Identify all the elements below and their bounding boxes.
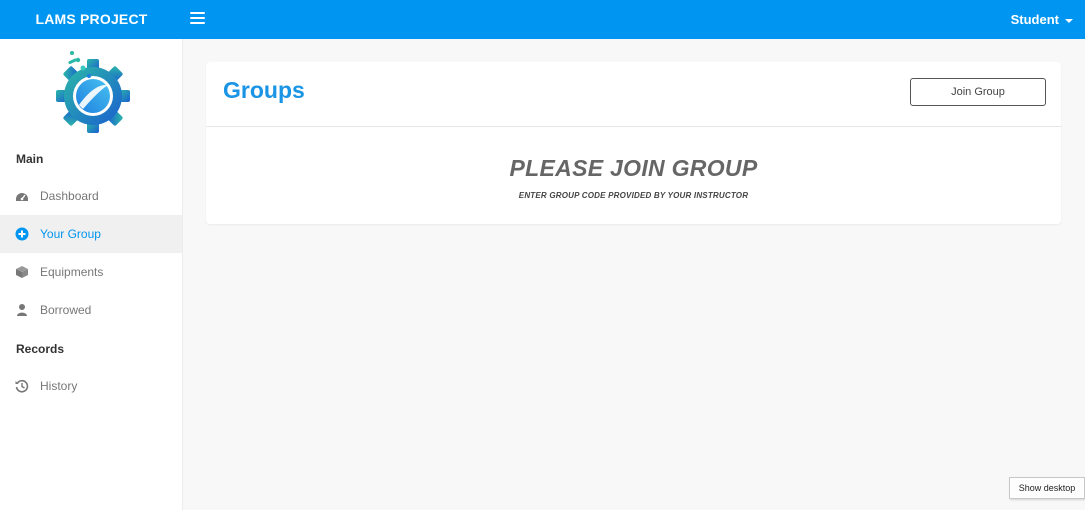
- join-group-headline: PLEASE JOIN GROUP: [509, 155, 758, 181]
- top-navbar: LAMS PROJECT Student: [0, 0, 1085, 39]
- gear-logo-icon: [56, 51, 130, 133]
- user-dropdown-label: Student: [1010, 12, 1059, 27]
- section-label-records: Records: [16, 342, 65, 356]
- brand-title[interactable]: LAMS PROJECT: [0, 0, 183, 39]
- groups-card: Groups Join Group PLEASE JOIN GROUP ENTE…: [206, 62, 1061, 224]
- card-header: Groups Join Group: [206, 62, 1061, 127]
- join-group-instruction: ENTER GROUP CODE PROVIDED BY YOUR INSTRU…: [518, 191, 749, 200]
- dashboard-icon: [16, 193, 28, 201]
- plus-circle-icon: [15, 227, 29, 241]
- sidebar-item-history[interactable]: History: [0, 367, 182, 405]
- sidebar: Main Dashboard Your Group Equipments Bor…: [0, 39, 183, 510]
- join-group-button[interactable]: Join Group: [910, 78, 1046, 106]
- sidebar-item-your-group[interactable]: Your Group: [0, 215, 182, 253]
- box-icon: [16, 266, 28, 278]
- sidebar-item-equipments[interactable]: Equipments: [0, 253, 182, 291]
- user-dropdown[interactable]: Student: [1011, 0, 1073, 39]
- history-icon: [15, 379, 29, 393]
- show-desktop-tooltip: Show desktop: [1009, 477, 1085, 499]
- sidebar-item-label: Dashboard: [40, 189, 99, 203]
- section-label-main: Main: [16, 152, 44, 166]
- sidebar-item-label: Your Group: [40, 227, 101, 241]
- caret-down-icon: [1065, 18, 1073, 23]
- sidebar-item-label: Borrowed: [40, 303, 92, 317]
- hamburger-menu-icon[interactable]: [190, 12, 205, 26]
- sidebar-item-dashboard[interactable]: Dashboard: [0, 177, 182, 215]
- user-icon: [17, 304, 27, 316]
- sidebar-item-label: Equipments: [40, 265, 104, 279]
- sidebar-item-borrowed[interactable]: Borrowed: [0, 291, 182, 329]
- page-title: Groups: [223, 77, 305, 103]
- sidebar-item-label: History: [40, 379, 78, 393]
